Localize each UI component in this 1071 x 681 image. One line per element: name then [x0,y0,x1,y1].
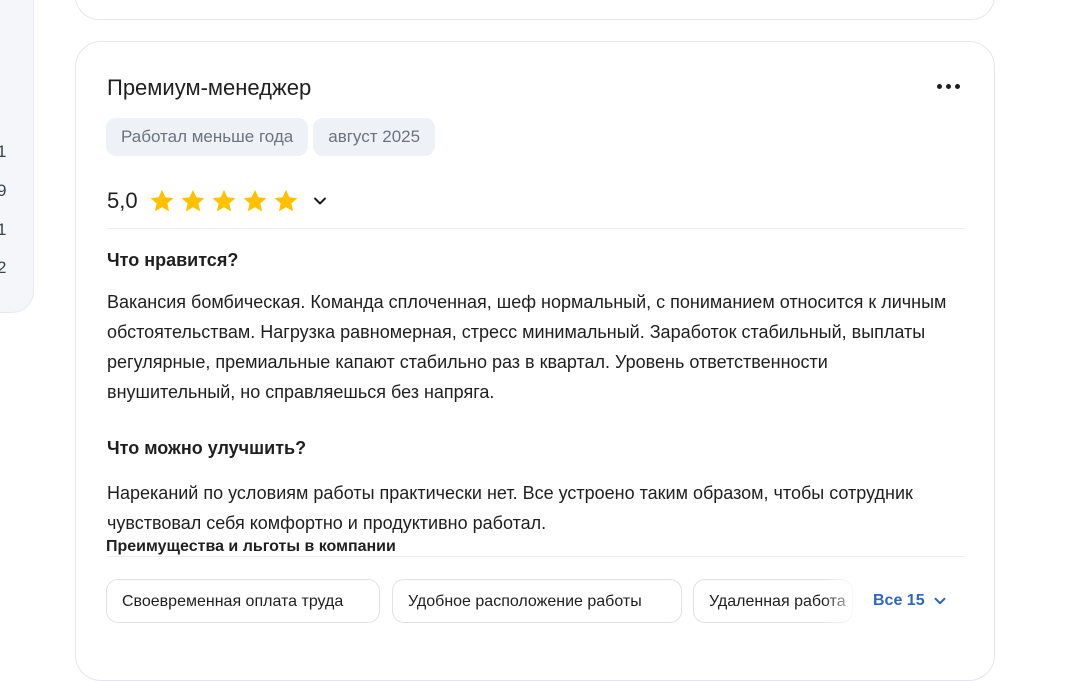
improve-title: Что можно улучшить? [107,438,307,458]
review-title: Премиум-менеджер [107,75,312,100]
more-dots-icon [954,83,960,89]
tag-employment-duration: Работал меньше года [106,118,309,156]
divider [107,556,965,557]
star-icon [243,189,267,212]
likes-text: Вакансия бомбическая. Команда сплоченная… [107,292,947,402]
chevron-down-icon[interactable] [310,191,330,211]
improve-text: Нареканий по условиям работы практически… [107,483,913,533]
stat-number: 2 [0,258,7,277]
all-benefits-link[interactable]: Все 15 [873,579,953,623]
review-tags: Работал меньше года август 2025 [106,118,436,156]
chevron-down-icon [934,597,946,605]
more-dots-icon [945,83,951,89]
chips-fade [823,579,863,623]
more-dots-icon [936,83,942,89]
benefits-title: Преимущества и льготы в компании [106,538,396,555]
all-benefits-label: Все 15 [873,592,925,609]
benefit-chip: Удобное расположение работы [392,579,682,623]
stat-number: 1 [0,220,7,239]
star-icon [181,189,205,212]
star-icon [150,189,174,212]
star-icon [274,189,298,212]
benefit-chip: Своевременная оплата труда [106,579,380,623]
rating-stars [148,187,300,215]
more-options-button[interactable] [931,72,965,100]
divider [107,228,965,229]
star-icon [212,189,236,212]
tag-review-date: август 2025 [313,118,436,156]
rating-row: 5,0 [107,183,330,219]
stat-number: 9 [0,181,7,200]
previous-review-card [75,0,995,20]
likes-title: Что нравится? [107,250,239,270]
rating-value: 5,0 [107,188,138,213]
stat-number: 1 [0,142,7,161]
